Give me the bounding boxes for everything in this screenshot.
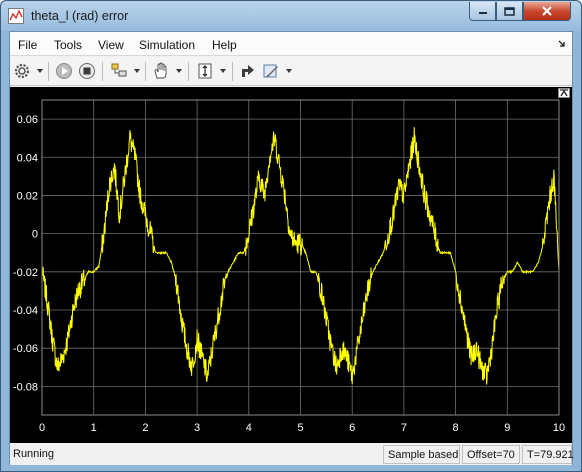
gear-dropdown-arrow[interactable]	[37, 69, 43, 73]
gear-icon[interactable]	[13, 62, 31, 80]
close-button[interactable]	[523, 2, 571, 21]
pan-icon[interactable]	[152, 62, 170, 80]
x-tick-label: 7	[401, 422, 407, 434]
menu-file[interactable]: File	[18, 38, 37, 52]
x-tick-label: 4	[246, 422, 252, 434]
simulation-status: Running	[13, 448, 54, 460]
menu-bar: File Tools View Simulation Help	[10, 32, 572, 56]
restore-icon[interactable]	[239, 62, 257, 80]
x-tick-label: 2	[142, 422, 148, 434]
status-bar: Running Sample based Offset=70 T=79.921	[10, 443, 574, 465]
maximize-icon	[504, 6, 515, 16]
restore-view-icon	[560, 89, 568, 97]
scope-window: theta_l (rad) error File Tools View Simu…	[0, 0, 582, 472]
x-tick-label: 6	[349, 422, 355, 434]
minimize-icon	[478, 12, 487, 14]
run-icon[interactable]	[55, 62, 73, 80]
style-icon[interactable]	[262, 62, 280, 80]
highlight-block-icon[interactable]	[110, 62, 128, 80]
scope-plot[interactable]: 0.06 0.04 0.02 0 -0.02 -0.04 -0.06 -0.08 0 1 2 3 4 5…	[10, 87, 572, 443]
menu-view[interactable]: View	[98, 38, 124, 52]
x-tick-label: 3	[194, 422, 200, 434]
x-tick-label: 10	[553, 422, 565, 434]
x-tick-label: 8	[453, 422, 459, 434]
toolbar	[10, 57, 572, 86]
menu-help[interactable]: Help	[212, 38, 237, 52]
toolbar-separator	[232, 62, 233, 81]
minimize-button[interactable]	[469, 2, 496, 21]
style-dropdown-arrow[interactable]	[286, 69, 292, 73]
window-title: theta_l (rad) error	[31, 9, 129, 23]
offset-field: Offset=70	[462, 445, 520, 464]
highlight-dropdown-arrow[interactable]	[134, 69, 140, 73]
scope-client-area: File Tools View Simulation Help 0.06 0.0…	[9, 31, 574, 465]
toolbar-separator	[188, 62, 189, 81]
axis-scale-dropdown-arrow[interactable]	[220, 69, 226, 73]
x-tick-label: 1	[91, 422, 97, 434]
toolbar-separator	[145, 62, 146, 81]
pan-dropdown-arrow[interactable]	[176, 69, 182, 73]
scope-app-icon	[8, 8, 24, 24]
toolbar-separator	[102, 62, 103, 81]
y-tick-label: 0.02	[17, 190, 38, 202]
time-field: T=79.921	[522, 445, 574, 464]
sample-mode-field: Sample based	[383, 445, 460, 464]
menu-simulation[interactable]: Simulation	[139, 38, 195, 52]
x-tick-labels: 0 1 2 3 4 5 6 7 8 9 10	[39, 422, 565, 434]
axis-scale-icon[interactable]	[196, 62, 214, 80]
maximize-button[interactable]	[496, 2, 523, 21]
y-tick-label: -0.08	[13, 381, 38, 393]
axes-restore-button[interactable]	[558, 88, 570, 98]
y-tick-label: 0.06	[17, 114, 38, 126]
close-icon	[542, 6, 552, 16]
x-tick-label: 5	[297, 422, 303, 434]
y-tick-label: -0.04	[13, 305, 38, 317]
toolbar-separator	[48, 62, 49, 81]
y-tick-label: -0.02	[13, 267, 38, 279]
menu-tools[interactable]: Tools	[54, 38, 82, 52]
y-tick-label: -0.06	[13, 343, 38, 355]
scope-display[interactable]: 0.06 0.04 0.02 0 -0.02 -0.04 -0.06 -0.08 0 1 2 3 4 5…	[10, 87, 572, 443]
dock-arrow-icon[interactable]	[558, 40, 566, 48]
y-tick-label: 0.04	[17, 152, 38, 164]
stop-icon[interactable]	[78, 62, 96, 80]
y-tick-labels: 0.06 0.04 0.02 0 -0.02 -0.04 -0.06 -0.08	[13, 114, 38, 393]
title-bar[interactable]: theta_l (rad) error	[1, 1, 581, 31]
x-tick-label: 0	[39, 422, 45, 434]
x-tick-label: 9	[504, 422, 510, 434]
y-tick-label: 0	[32, 229, 38, 241]
